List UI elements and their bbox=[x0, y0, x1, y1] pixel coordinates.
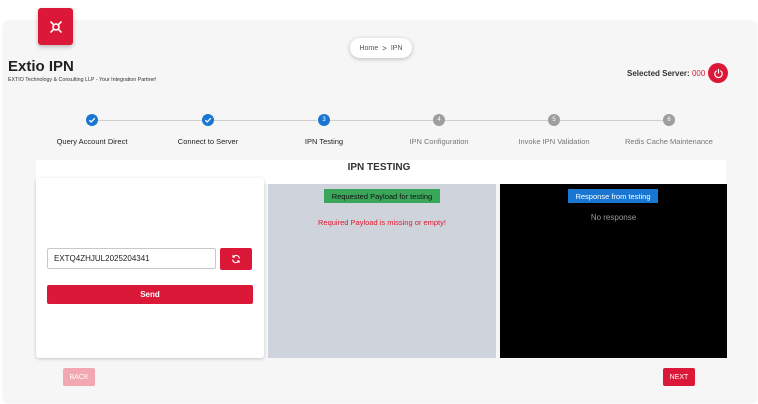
step-3-indicator: 3 bbox=[318, 114, 330, 126]
selected-server: Selected Server: 000 bbox=[627, 69, 705, 78]
power-icon bbox=[713, 68, 723, 78]
top-band bbox=[0, 0, 758, 22]
step-connector bbox=[445, 120, 548, 121]
payload-error-message: Required Payload is missing or empty! bbox=[318, 218, 446, 227]
step-connector bbox=[330, 120, 433, 121]
reference-input[interactable]: EXTQ4ZHJUL2025204341 bbox=[47, 248, 216, 269]
step-6-indicator: 6 bbox=[663, 114, 675, 126]
step-4-indicator: 4 bbox=[433, 114, 445, 126]
page: Home > IPN Extio IPN EXTIO Technology & … bbox=[0, 0, 758, 404]
step-connector bbox=[214, 120, 317, 121]
step-5-indicator: 5 bbox=[548, 114, 560, 126]
refresh-icon bbox=[232, 254, 240, 264]
back-button[interactable]: BACK bbox=[63, 368, 95, 386]
step-6-label: Redis Cache Maintenance bbox=[625, 137, 713, 146]
step-2-check-icon bbox=[202, 114, 214, 126]
response-panel bbox=[500, 184, 727, 358]
step-1-label: Query Account Direct bbox=[56, 137, 128, 146]
selected-server-value: 000 bbox=[691, 69, 706, 78]
page-subtitle: EXTIO Technology & Consulting LLP - Your… bbox=[8, 77, 157, 83]
step-1-check-icon bbox=[86, 114, 98, 126]
step-3-label: IPN Testing bbox=[304, 137, 344, 146]
webhook-icon bbox=[49, 20, 62, 33]
payload-panel bbox=[268, 184, 496, 358]
response-tag: Response from testing bbox=[568, 189, 658, 203]
app-logo[interactable] bbox=[38, 8, 73, 45]
breadcrumb-current: IPN bbox=[390, 44, 403, 52]
breadcrumb: Home > IPN bbox=[350, 38, 412, 58]
next-button[interactable]: NEXT bbox=[663, 368, 695, 386]
page-title: Extio IPN bbox=[8, 58, 74, 75]
breadcrumb-home[interactable]: Home bbox=[359, 45, 378, 52]
send-button[interactable]: Send bbox=[47, 285, 253, 304]
response-message: No response bbox=[590, 213, 637, 222]
step-2-label: Connect to Server bbox=[177, 137, 239, 146]
step-connector bbox=[560, 120, 663, 121]
step-connector bbox=[98, 120, 202, 121]
power-button[interactable] bbox=[708, 63, 728, 83]
refresh-button[interactable] bbox=[220, 248, 252, 270]
selected-server-label: Selected Server: bbox=[627, 69, 690, 78]
chevron-right-icon: > bbox=[382, 43, 387, 53]
payload-tag: Requested Payload for testing bbox=[324, 189, 440, 203]
step-4-label: IPN Configuration bbox=[409, 137, 469, 146]
step-5-label: Invoke IPN Validation bbox=[518, 137, 590, 146]
section-title: IPN TESTING bbox=[347, 162, 411, 173]
